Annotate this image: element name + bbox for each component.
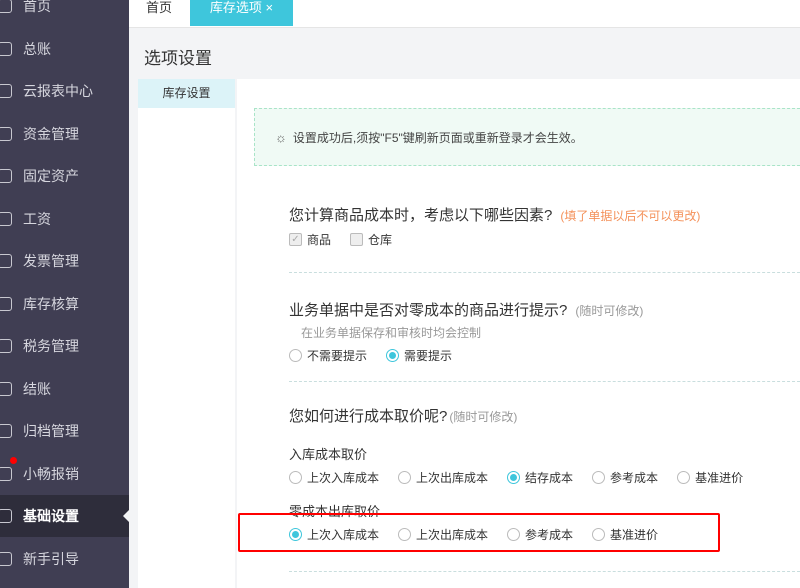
- radio-option[interactable]: 上次出库成本: [398, 469, 488, 486]
- option-label: 上次出库成本: [416, 471, 489, 485]
- tab-bar: 首页 库存选项 ×: [129, 0, 800, 28]
- sidebar-item[interactable]: 归档管理: [0, 410, 129, 452]
- tab-home[interactable]: 首页: [146, 0, 172, 26]
- radio-option[interactable]: 上次入库成本: [289, 469, 379, 486]
- notice-banner: ☼ 设置成功后,须按"F5"键刷新页面或重新登录才会生效。: [254, 108, 800, 166]
- sidebar-item-label: 总账: [23, 40, 51, 57]
- option-label: 上次入库成本: [307, 471, 380, 485]
- radio-option[interactable]: 基准进价: [677, 469, 743, 486]
- section-cost-factors: 您计算商品成本时，考虑以下哪些因素? (填了单据以后不可以更改) ✓ 商品 仓库: [289, 204, 800, 248]
- question-note: (随时可修改): [575, 304, 644, 318]
- radio-option[interactable]: 需要提示: [386, 347, 452, 364]
- question-title: 您计算商品成本时，考虑以下哪些因素?: [289, 207, 553, 224]
- radio-button[interactable]: [398, 471, 412, 484]
- option-label: 基准进价: [695, 471, 744, 485]
- radio-button[interactable]: [386, 349, 400, 362]
- question-note: (填了单据以后不可以更改): [560, 209, 701, 223]
- sidebar-item-label: 结账: [23, 380, 51, 397]
- ledger-icon: [0, 41, 12, 56]
- sidebar-item-label: 小畅报销: [23, 465, 79, 482]
- sidebar-item[interactable]: 首页: [0, 0, 129, 27]
- divider: [289, 272, 800, 273]
- radio-option[interactable]: 结存成本: [507, 469, 573, 486]
- checkout-icon: [0, 381, 12, 396]
- settings-menu: 库存设置: [138, 79, 235, 588]
- menu-item-inventory-settings[interactable]: 库存设置: [138, 79, 235, 108]
- chart-icon: [0, 84, 12, 98]
- divider: [289, 381, 800, 382]
- inbound-cost-label: 入库成本取价: [289, 447, 368, 462]
- radio-option[interactable]: 参考成本: [592, 469, 658, 486]
- sidebar-item[interactable]: 小畅报销: [0, 453, 129, 495]
- home-icon: [0, 0, 12, 13]
- radio-button[interactable]: [289, 471, 302, 484]
- sidebar-item[interactable]: 总账: [0, 28, 129, 70]
- tax-icon: [0, 339, 12, 353]
- divider: [289, 571, 800, 572]
- sidebar-item[interactable]: 税务管理: [0, 325, 129, 367]
- sidebar-item-label: 库存核算: [23, 295, 79, 312]
- radio-button[interactable]: [507, 471, 521, 484]
- sidebar-item[interactable]: 发票管理: [0, 240, 129, 282]
- sidebar-item[interactable]: 结账: [0, 368, 129, 410]
- question-note: (随时可修改): [449, 410, 518, 424]
- option-label: 商品: [307, 233, 332, 247]
- sidebar-item-label: 首页: [23, 0, 51, 14]
- sidebar-item[interactable]: 云报表中心: [0, 70, 129, 112]
- money-bag-icon: [0, 126, 12, 141]
- sidebar-item-label: 云报表中心: [23, 83, 93, 99]
- notice-text: 设置成功后,须按"F5"键刷新页面或重新登录才会生效。: [292, 130, 583, 145]
- checkbox-option[interactable]: 仓库: [350, 231, 392, 248]
- inventory-icon: [0, 296, 12, 311]
- option-label: 参考成本: [610, 471, 659, 485]
- sidebar-item-label: 新手引导: [23, 550, 79, 567]
- archive-icon: [0, 424, 12, 438]
- question-title: 您如何进行成本取价呢?: [289, 408, 448, 425]
- checkbox[interactable]: ✓: [289, 233, 302, 246]
- tab-label: 库存选项: [209, 0, 262, 15]
- checkbox-option[interactable]: ✓ 商品: [289, 231, 331, 248]
- settings-content: ☼ 设置成功后,须按"F5"键刷新页面或重新登录才会生效。 您计算商品成本时，考虑…: [237, 79, 800, 588]
- lightbulb-icon: ☼: [275, 129, 287, 145]
- radio-button[interactable]: [289, 349, 302, 362]
- sidebar-item[interactable]: 库存核算: [0, 283, 129, 325]
- sidebar-item-label: 资金管理: [23, 125, 79, 142]
- radio-option[interactable]: 不需要提示: [289, 347, 367, 364]
- section-zero-cost-prompt: 业务单据中是否对零成本的商品进行提示? (随时可修改) 在业务单据保存和审核时均会…: [289, 299, 800, 364]
- notification-badge: [10, 456, 17, 464]
- checkbox[interactable]: [350, 233, 364, 246]
- sidebar-item-label: 税务管理: [23, 338, 79, 354]
- close-icon[interactable]: ×: [266, 0, 274, 15]
- sidebar: 首页总账云报表中心资金管理固定资产工资发票管理库存核算税务管理结账归档管理小畅报…: [0, 0, 129, 588]
- sidebar-item-label: 发票管理: [23, 253, 79, 269]
- salary-icon: [0, 211, 12, 226]
- option-label: 仓库: [368, 233, 393, 247]
- sidebar-item[interactable]: 新手引导: [0, 538, 129, 580]
- reimburse-icon: [0, 466, 12, 481]
- invoice-icon: [0, 254, 12, 268]
- sidebar-item-label: 固定资产: [23, 168, 79, 184]
- question-title: 业务单据中是否对零成本的商品进行提示?: [289, 302, 568, 319]
- option-label: 不需要提示: [307, 349, 368, 363]
- sidebar-item[interactable]: 工资: [0, 198, 129, 240]
- radio-button[interactable]: [592, 471, 606, 484]
- option-label: 结存成本: [525, 471, 574, 485]
- sidebar-item-label: 归档管理: [23, 423, 79, 439]
- sidebar-item[interactable]: 固定资产: [0, 155, 129, 197]
- gear-icon: [0, 509, 12, 523]
- question-subtext: 在业务单据保存和审核时均会控制: [301, 326, 482, 340]
- video-icon: [0, 551, 12, 566]
- sidebar-item[interactable]: 基础设置: [0, 495, 129, 537]
- sidebar-item-label: 基础设置: [23, 508, 79, 524]
- highlight-box: [238, 513, 720, 552]
- radio-button[interactable]: [677, 471, 691, 484]
- sidebar-item[interactable]: 资金管理: [0, 113, 129, 155]
- option-label: 需要提示: [404, 349, 453, 363]
- tab-inventory-options[interactable]: 库存选项 ×: [190, 0, 293, 26]
- building-icon: [0, 169, 12, 183]
- sidebar-item-label: 工资: [23, 210, 51, 227]
- page-title: 选项设置: [144, 49, 212, 68]
